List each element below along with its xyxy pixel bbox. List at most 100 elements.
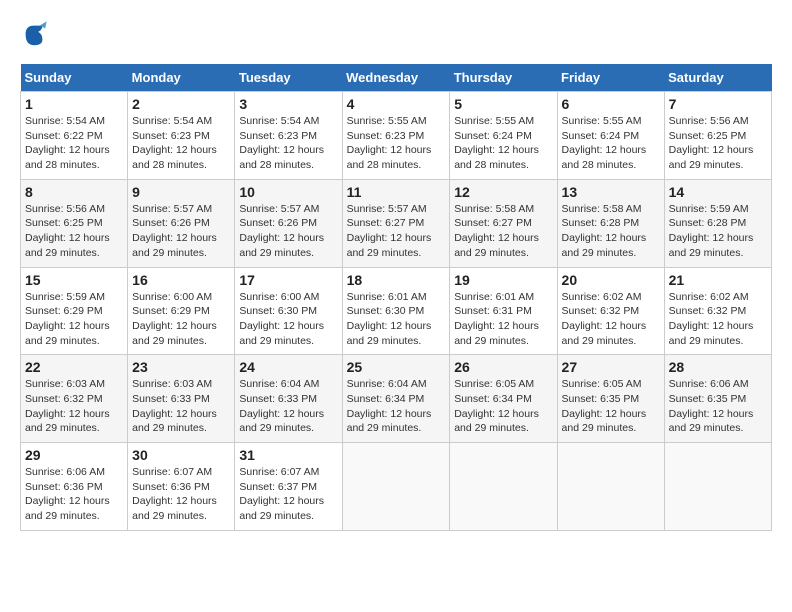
day-number: 16 (132, 272, 230, 288)
day-number: 29 (25, 447, 123, 463)
day-cell: 27 Sunrise: 6:05 AM Sunset: 6:35 PM Dayl… (557, 355, 664, 443)
day-detail: Sunrise: 5:59 AM Sunset: 6:29 PM Dayligh… (25, 290, 123, 349)
day-detail: Sunrise: 6:02 AM Sunset: 6:32 PM Dayligh… (669, 290, 767, 349)
day-detail: Sunrise: 5:54 AM Sunset: 6:22 PM Dayligh… (25, 114, 123, 173)
day-cell: 28 Sunrise: 6:06 AM Sunset: 6:35 PM Dayl… (664, 355, 771, 443)
day-number: 23 (132, 359, 230, 375)
day-number: 31 (239, 447, 337, 463)
day-detail: Sunrise: 5:57 AM Sunset: 6:26 PM Dayligh… (239, 202, 337, 261)
day-cell: 17 Sunrise: 6:00 AM Sunset: 6:30 PM Dayl… (235, 267, 342, 355)
day-cell: 18 Sunrise: 6:01 AM Sunset: 6:30 PM Dayl… (342, 267, 450, 355)
day-cell: 11 Sunrise: 5:57 AM Sunset: 6:27 PM Dayl… (342, 179, 450, 267)
day-number: 22 (25, 359, 123, 375)
day-detail: Sunrise: 6:04 AM Sunset: 6:33 PM Dayligh… (239, 377, 337, 436)
day-cell (342, 443, 450, 531)
day-cell: 6 Sunrise: 5:55 AM Sunset: 6:24 PM Dayli… (557, 92, 664, 180)
day-cell: 12 Sunrise: 5:58 AM Sunset: 6:27 PM Dayl… (450, 179, 557, 267)
day-cell: 22 Sunrise: 6:03 AM Sunset: 6:32 PM Dayl… (21, 355, 128, 443)
day-cell: 16 Sunrise: 6:00 AM Sunset: 6:29 PM Dayl… (128, 267, 235, 355)
day-number: 5 (454, 96, 552, 112)
day-number: 18 (347, 272, 446, 288)
day-cell: 25 Sunrise: 6:04 AM Sunset: 6:34 PM Dayl… (342, 355, 450, 443)
day-cell: 2 Sunrise: 5:54 AM Sunset: 6:23 PM Dayli… (128, 92, 235, 180)
day-detail: Sunrise: 6:00 AM Sunset: 6:30 PM Dayligh… (239, 290, 337, 349)
page-header (20, 20, 772, 48)
column-header-wednesday: Wednesday (342, 64, 450, 92)
day-detail: Sunrise: 5:54 AM Sunset: 6:23 PM Dayligh… (132, 114, 230, 173)
day-cell: 31 Sunrise: 6:07 AM Sunset: 6:37 PM Dayl… (235, 443, 342, 531)
day-detail: Sunrise: 6:07 AM Sunset: 6:37 PM Dayligh… (239, 465, 337, 524)
day-number: 17 (239, 272, 337, 288)
day-number: 3 (239, 96, 337, 112)
day-detail: Sunrise: 6:02 AM Sunset: 6:32 PM Dayligh… (562, 290, 660, 349)
day-cell: 13 Sunrise: 5:58 AM Sunset: 6:28 PM Dayl… (557, 179, 664, 267)
day-cell: 19 Sunrise: 6:01 AM Sunset: 6:31 PM Dayl… (450, 267, 557, 355)
calendar-body: 1 Sunrise: 5:54 AM Sunset: 6:22 PM Dayli… (21, 92, 772, 531)
day-number: 28 (669, 359, 767, 375)
day-cell: 8 Sunrise: 5:56 AM Sunset: 6:25 PM Dayli… (21, 179, 128, 267)
day-detail: Sunrise: 6:03 AM Sunset: 6:32 PM Dayligh… (25, 377, 123, 436)
calendar-table: SundayMondayTuesdayWednesdayThursdayFrid… (20, 64, 772, 531)
day-number: 13 (562, 184, 660, 200)
day-cell: 24 Sunrise: 6:04 AM Sunset: 6:33 PM Dayl… (235, 355, 342, 443)
day-cell: 4 Sunrise: 5:55 AM Sunset: 6:23 PM Dayli… (342, 92, 450, 180)
day-cell: 5 Sunrise: 5:55 AM Sunset: 6:24 PM Dayli… (450, 92, 557, 180)
day-detail: Sunrise: 6:05 AM Sunset: 6:34 PM Dayligh… (454, 377, 552, 436)
week-row-1: 1 Sunrise: 5:54 AM Sunset: 6:22 PM Dayli… (21, 92, 772, 180)
day-number: 1 (25, 96, 123, 112)
day-detail: Sunrise: 6:06 AM Sunset: 6:35 PM Dayligh… (669, 377, 767, 436)
day-number: 19 (454, 272, 552, 288)
day-cell: 9 Sunrise: 5:57 AM Sunset: 6:26 PM Dayli… (128, 179, 235, 267)
day-cell (664, 443, 771, 531)
column-header-friday: Friday (557, 64, 664, 92)
day-cell: 30 Sunrise: 6:07 AM Sunset: 6:36 PM Dayl… (128, 443, 235, 531)
logo (20, 20, 52, 48)
week-row-5: 29 Sunrise: 6:06 AM Sunset: 6:36 PM Dayl… (21, 443, 772, 531)
day-number: 6 (562, 96, 660, 112)
day-number: 11 (347, 184, 446, 200)
day-number: 7 (669, 96, 767, 112)
day-detail: Sunrise: 6:01 AM Sunset: 6:30 PM Dayligh… (347, 290, 446, 349)
day-detail: Sunrise: 5:58 AM Sunset: 6:28 PM Dayligh… (562, 202, 660, 261)
day-detail: Sunrise: 6:07 AM Sunset: 6:36 PM Dayligh… (132, 465, 230, 524)
day-cell: 26 Sunrise: 6:05 AM Sunset: 6:34 PM Dayl… (450, 355, 557, 443)
day-cell: 1 Sunrise: 5:54 AM Sunset: 6:22 PM Dayli… (21, 92, 128, 180)
day-number: 9 (132, 184, 230, 200)
day-number: 25 (347, 359, 446, 375)
day-number: 20 (562, 272, 660, 288)
day-detail: Sunrise: 5:55 AM Sunset: 6:23 PM Dayligh… (347, 114, 446, 173)
day-number: 10 (239, 184, 337, 200)
column-header-monday: Monday (128, 64, 235, 92)
day-cell: 7 Sunrise: 5:56 AM Sunset: 6:25 PM Dayli… (664, 92, 771, 180)
day-cell (450, 443, 557, 531)
day-detail: Sunrise: 6:06 AM Sunset: 6:36 PM Dayligh… (25, 465, 123, 524)
day-detail: Sunrise: 5:59 AM Sunset: 6:28 PM Dayligh… (669, 202, 767, 261)
day-number: 21 (669, 272, 767, 288)
day-detail: Sunrise: 5:56 AM Sunset: 6:25 PM Dayligh… (669, 114, 767, 173)
column-header-tuesday: Tuesday (235, 64, 342, 92)
calendar-header-row: SundayMondayTuesdayWednesdayThursdayFrid… (21, 64, 772, 92)
day-detail: Sunrise: 6:05 AM Sunset: 6:35 PM Dayligh… (562, 377, 660, 436)
day-detail: Sunrise: 5:55 AM Sunset: 6:24 PM Dayligh… (562, 114, 660, 173)
day-detail: Sunrise: 5:57 AM Sunset: 6:27 PM Dayligh… (347, 202, 446, 261)
day-cell: 3 Sunrise: 5:54 AM Sunset: 6:23 PM Dayli… (235, 92, 342, 180)
day-detail: Sunrise: 6:00 AM Sunset: 6:29 PM Dayligh… (132, 290, 230, 349)
day-detail: Sunrise: 5:56 AM Sunset: 6:25 PM Dayligh… (25, 202, 123, 261)
day-cell: 21 Sunrise: 6:02 AM Sunset: 6:32 PM Dayl… (664, 267, 771, 355)
week-row-3: 15 Sunrise: 5:59 AM Sunset: 6:29 PM Dayl… (21, 267, 772, 355)
day-number: 26 (454, 359, 552, 375)
day-cell: 10 Sunrise: 5:57 AM Sunset: 6:26 PM Dayl… (235, 179, 342, 267)
day-detail: Sunrise: 5:54 AM Sunset: 6:23 PM Dayligh… (239, 114, 337, 173)
column-header-saturday: Saturday (664, 64, 771, 92)
day-number: 27 (562, 359, 660, 375)
day-number: 14 (669, 184, 767, 200)
day-number: 8 (25, 184, 123, 200)
day-detail: Sunrise: 5:58 AM Sunset: 6:27 PM Dayligh… (454, 202, 552, 261)
day-number: 15 (25, 272, 123, 288)
week-row-4: 22 Sunrise: 6:03 AM Sunset: 6:32 PM Dayl… (21, 355, 772, 443)
column-header-sunday: Sunday (21, 64, 128, 92)
logo-icon (20, 20, 48, 48)
day-detail: Sunrise: 5:57 AM Sunset: 6:26 PM Dayligh… (132, 202, 230, 261)
day-cell: 14 Sunrise: 5:59 AM Sunset: 6:28 PM Dayl… (664, 179, 771, 267)
week-row-2: 8 Sunrise: 5:56 AM Sunset: 6:25 PM Dayli… (21, 179, 772, 267)
